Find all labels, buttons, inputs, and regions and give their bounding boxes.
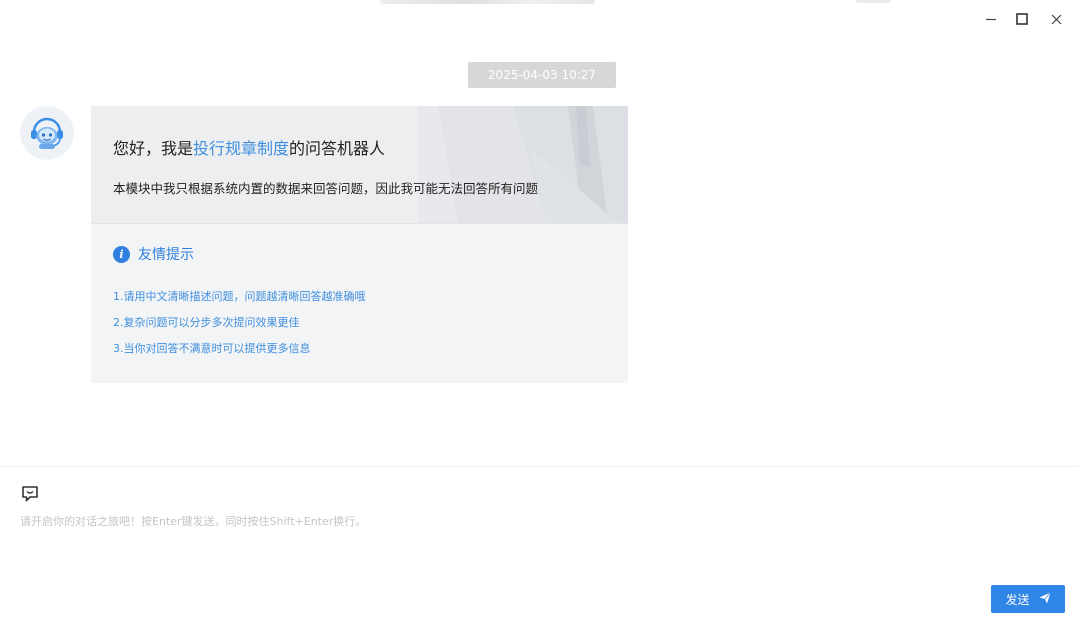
maximize-icon <box>1016 13 1028 25</box>
faded-title-text <box>380 0 595 4</box>
chat-history[interactable]: 2025-04-03 10:27 您好，我是投行规章制度的问答机器人 本模块中我… <box>0 38 1079 466</box>
greeting-suffix: 的问答机器人 <box>289 139 386 158</box>
greeting-section: 您好，我是投行规章制度的问答机器人 本模块中我只根据系统内置的数据来回答问题，因… <box>91 106 628 223</box>
maximize-button[interactable] <box>1011 8 1033 30</box>
paper-plane-icon <box>1039 591 1051 607</box>
tips-header: i 友情提示 <box>113 244 194 264</box>
minimize-button[interactable] <box>980 8 1002 30</box>
title-bar <box>0 0 1079 38</box>
greeting-text: 您好，我是投行规章制度的问答机器人 <box>113 135 385 159</box>
minimize-icon <box>986 18 996 21</box>
send-button[interactable]: 发送 <box>991 585 1065 613</box>
tip-item: 1.请用中文清晰描述问题，问题越清晰回答越准确哦 <box>113 290 366 303</box>
bot-message-card: 您好，我是投行规章制度的问答机器人 本模块中我只根据系统内置的数据来回答问题，因… <box>91 106 628 383</box>
info-icon: i <box>113 245 130 263</box>
greeting-highlight: 投行规章制度 <box>193 139 290 158</box>
close-button[interactable] <box>1045 8 1067 30</box>
card-divider <box>91 223 628 224</box>
message-timestamp: 2025-04-03 10:27 <box>468 62 616 88</box>
chat-window: 2025-04-03 10:27 您好，我是投行规章制度的问答机器人 本模块中我… <box>0 0 1079 630</box>
input-area: 发送 <box>0 466 1079 630</box>
send-button-label: 发送 <box>1005 592 1030 607</box>
bot-avatar <box>20 106 74 160</box>
greeting-description: 本模块中我只根据系统内置的数据来回答问题，因此我可能无法回答所有问题 <box>113 181 539 196</box>
tip-item: 3.当你对回答不满意时可以提供更多信息 <box>113 342 311 355</box>
tip-item: 2.复杂问题可以分步多次提问效果更佳 <box>113 316 300 329</box>
faded-title-extra <box>855 0 891 3</box>
tips-title: 友情提示 <box>138 247 194 263</box>
chat-bubble-icon[interactable] <box>21 485 39 503</box>
greeting-prefix: 您好，我是 <box>113 139 194 158</box>
business-person-illustration <box>418 106 628 223</box>
close-icon <box>1051 14 1061 24</box>
robot-headset-icon <box>21 107 73 159</box>
message-input[interactable] <box>20 513 1060 593</box>
